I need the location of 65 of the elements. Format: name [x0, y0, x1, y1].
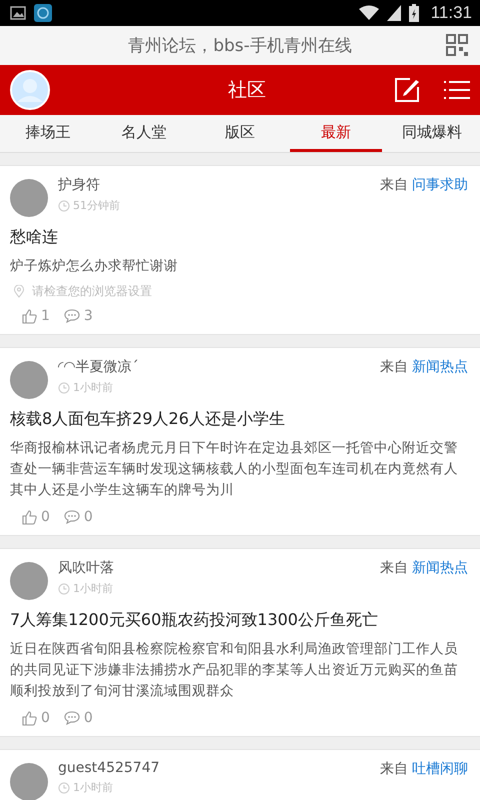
comment-count: 3: [84, 308, 93, 324]
image-icon: [10, 6, 26, 20]
post-title: 7人筹集1200元买60瓶农药投河致1300公斤鱼死亡: [10, 610, 379, 631]
post-time: 1小时前: [73, 380, 113, 395]
post-excerpt: 华商报榆林讯记者杨虎元月日下午时许在定边县郊区一托管中心附近交警查处一辆非营运车辆时发现这辆核载人的小型面包车连司机在内竟然有人其中人还是小学生这辆车的牌号为川: [10, 439, 459, 500]
avatar-photo-placeholder: [10, 763, 48, 800]
clock-icon: [58, 382, 70, 394]
forum-link[interactable]: 新闻热点: [412, 559, 468, 577]
post-excerpt: 近日在陕西省旬阳县检察院检察官和旬阳县水利局渔政管理部门工作人员的共同见证下涉嫌非法捕捞水产品犯罪的李某等人出资近万元购买的鱼苗顺利投放到了旬河甘溪流域围观群众: [10, 640, 459, 701]
like-count: 1: [41, 308, 50, 324]
app-icon: [34, 4, 52, 22]
post-card[interactable]: 护身符 51分钟前 来自 问事求助 愁啥连 炉子炼炉怎么办求帮忙谢谢 请检查您的浏览器设置 1 3: [0, 165, 480, 335]
from-label: 来自: [380, 559, 408, 577]
post-title: 核载8人面包车挤29人26人还是小学生: [10, 409, 286, 430]
compose-icon[interactable]: [394, 77, 420, 103]
forum-link[interactable]: 吐槽闲聊: [412, 760, 468, 778]
comment-bubble-icon[interactable]: [64, 711, 80, 725]
location-pin-icon: [14, 285, 24, 298]
comment-bubble-icon[interactable]: [64, 510, 80, 524]
like-count: 0: [41, 509, 50, 525]
clock-time: 11:31: [430, 3, 472, 23]
tab[interactable]: 最新: [290, 115, 382, 152]
tab[interactable]: 同城爆料: [386, 115, 478, 152]
user-avatar-icon[interactable]: [10, 70, 50, 110]
qr-code-icon[interactable]: [446, 34, 468, 56]
post-time: 1小时前: [73, 581, 113, 596]
site-title: 青州论坛，bbs-手机青州在线: [128, 35, 352, 57]
comment-count: 0: [84, 509, 93, 525]
from-label: 来自: [380, 760, 408, 778]
tab[interactable]: 版区: [194, 115, 286, 152]
post-card[interactable]: 风吹叶落 1小时前 来自 新闻热点 7人筹集1200元买60瓶农药投河致1300公斤鱼死亡 近日在陕西省旬阳县检察院检察官和旬阳县水利局渔政管理部门工作人员的共同见证下涉嫌非法捕捞水产品犯罪的李某等人出资近万元购买的鱼苗顺利投放到了旬河甘溪流域围观群众 0 0: [0, 548, 480, 737]
clock-icon: [58, 200, 70, 212]
forum-link[interactable]: 新闻热点: [412, 358, 468, 376]
avatar-photo-placeholder: [10, 179, 48, 217]
thumbs-up-icon[interactable]: [22, 710, 37, 726]
tab[interactable]: 名人堂: [98, 115, 190, 152]
location-text: 请检查您的浏览器设置: [32, 283, 152, 300]
clock-icon: [58, 582, 70, 594]
post-excerpt: 炉子炼炉怎么办求帮忙谢谢: [10, 257, 179, 276]
avatar-photo-placeholder: [10, 562, 48, 600]
post-title: 愁啥连: [10, 227, 59, 248]
forum-link[interactable]: 问事求助: [412, 176, 468, 194]
comment-bubble-icon[interactable]: [64, 309, 80, 323]
post-time: 1小时前: [73, 780, 113, 795]
post-card[interactable]: guest4525747 1小时前 来自 吐槽闲聊: [0, 749, 480, 800]
like-count: 0: [41, 710, 50, 726]
comment-count: 0: [84, 710, 93, 726]
author-name: 护身符: [58, 176, 101, 194]
clock-icon: [58, 782, 70, 794]
post-time: 51分钟前: [73, 198, 120, 213]
wifi-icon: [358, 5, 379, 21]
author-name: 风吹叶落: [58, 559, 115, 577]
from-label: 来自: [380, 176, 408, 194]
author-name: guest4525747: [58, 760, 161, 776]
avatar-photo-placeholder: [10, 361, 48, 399]
header-title: 社区: [227, 78, 267, 103]
menu-icon[interactable]: [444, 80, 470, 100]
battery-icon: [408, 4, 419, 22]
post-card[interactable]: ◜◠半夏微凉´ 1小时前 来自 新闻热点 核载8人面包车挤29人26人还是小学生 华商报榆林讯记者杨虎元月日下午时许在定边县郊区一托管中心附近交警查处一辆非营运车辆时发现这辆核载人的小型面包车连司机在内竟然有人其中人还是小学生这辆车的牌号为川 0 0: [0, 347, 480, 536]
tab[interactable]: 捧场王: [2, 115, 94, 152]
from-label: 来自: [380, 358, 408, 376]
thumbs-up-icon[interactable]: [22, 308, 37, 324]
thumbs-up-icon[interactable]: [22, 510, 37, 524]
signal-icon: [386, 5, 401, 21]
author-name: ◜◠半夏微凉´: [58, 358, 140, 376]
